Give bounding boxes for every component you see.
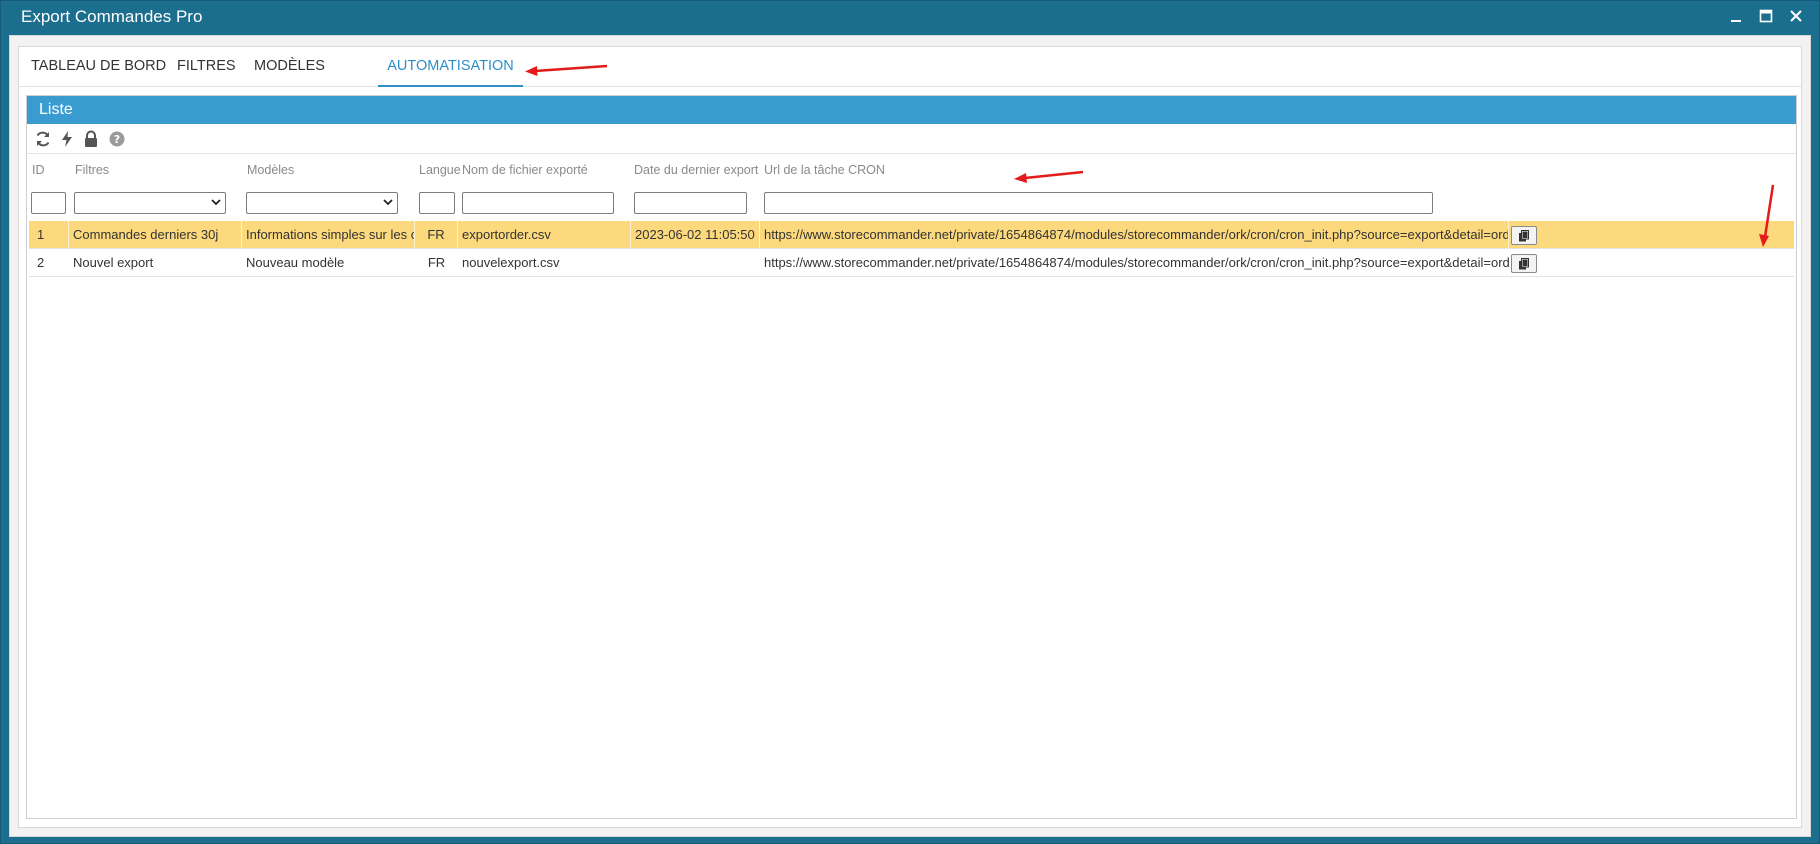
column-header-date[interactable]: Date du dernier export bbox=[634, 163, 758, 177]
window-content: TABLEAU DE BORD FILTRES MODÈLES AUTOMATI… bbox=[9, 35, 1811, 837]
cell-id: 1 bbox=[29, 221, 69, 249]
main-panel: TABLEAU DE BORD FILTRES MODÈLES AUTOMATI… bbox=[18, 46, 1802, 828]
maximize-icon bbox=[1759, 9, 1773, 23]
copy-url-button[interactable] bbox=[1511, 226, 1537, 245]
table-row[interactable]: 2 Nouvel export Nouveau modèle FR nouvel… bbox=[29, 249, 1794, 277]
tab-filtres[interactable]: FILTRES bbox=[171, 47, 242, 87]
help-button[interactable]: ? bbox=[107, 129, 127, 149]
tab-modeles[interactable]: MODÈLES bbox=[248, 47, 331, 87]
minimize-button[interactable] bbox=[1727, 7, 1745, 25]
cell-modele: Nouveau modèle bbox=[246, 255, 345, 270]
cell-fichier: exportorder.csv bbox=[458, 221, 631, 249]
chevron-down-icon bbox=[383, 199, 393, 206]
lightning-icon bbox=[62, 131, 72, 147]
filter-modeles-select[interactable] bbox=[246, 192, 398, 214]
cell-url: https://www.storecommander.net/private/1… bbox=[760, 221, 1509, 249]
column-header-id[interactable]: ID bbox=[32, 163, 45, 177]
filter-fichier-input[interactable] bbox=[462, 192, 614, 214]
filter-id-input[interactable] bbox=[31, 192, 66, 214]
app-window: Export Commandes Pro TABLEAU DE BORD FIL… bbox=[0, 0, 1820, 844]
copy-icon bbox=[1519, 229, 1529, 241]
filter-date-input[interactable] bbox=[634, 192, 747, 214]
liste-grid-panel: Liste ? ID Filtres Modèles Langue Nom de… bbox=[26, 95, 1797, 819]
chevron-down-icon bbox=[211, 199, 221, 206]
grid-toolbar: ? bbox=[27, 124, 1796, 154]
cell-modele: Informations simples sur les commandes bbox=[242, 221, 415, 249]
cell-filtre: Commandes derniers 30j bbox=[69, 221, 242, 249]
cell-id: 2 bbox=[37, 255, 45, 270]
tab-bar: TABLEAU DE BORD FILTRES MODÈLES AUTOMATI… bbox=[19, 47, 1801, 87]
lock-button[interactable] bbox=[81, 129, 101, 149]
close-icon bbox=[1790, 10, 1802, 22]
window-title: Export Commandes Pro bbox=[21, 7, 203, 26]
cell-langue: FR bbox=[415, 221, 458, 249]
title-bar: Export Commandes Pro bbox=[1, 1, 1819, 33]
copy-icon bbox=[1519, 257, 1529, 269]
run-button[interactable] bbox=[57, 129, 77, 149]
lock-icon bbox=[85, 130, 97, 147]
tab-tableau-de-bord[interactable]: TABLEAU DE BORD bbox=[25, 47, 172, 87]
liste-header: Liste bbox=[27, 96, 1796, 124]
refresh-button[interactable] bbox=[33, 129, 53, 149]
svg-text:?: ? bbox=[114, 133, 120, 146]
column-header-fichier[interactable]: Nom de fichier exporté bbox=[462, 163, 588, 177]
column-header-url-cron[interactable]: Url de la tâche CRON bbox=[764, 163, 885, 177]
column-header-modeles[interactable]: Modèles bbox=[247, 163, 294, 177]
cell-date: 2023-06-02 11:05:50 bbox=[631, 221, 760, 249]
help-icon: ? bbox=[109, 131, 125, 147]
maximize-button[interactable] bbox=[1757, 7, 1775, 25]
cell-url: https://www.storecommander.net/private/1… bbox=[764, 255, 1509, 270]
filter-url-input[interactable] bbox=[764, 192, 1433, 214]
cell-fichier: nouvelexport.csv bbox=[462, 255, 560, 270]
tab-automatisation[interactable]: AUTOMATISATION bbox=[378, 47, 523, 87]
table-row[interactable]: 1 Commandes derniers 30j Informations si… bbox=[29, 221, 1794, 249]
cell-filtre: Nouvel export bbox=[73, 255, 154, 270]
minimize-icon bbox=[1731, 20, 1741, 22]
cell-date bbox=[631, 249, 760, 277]
cell-langue: FR bbox=[427, 255, 446, 270]
filter-filtres-select[interactable] bbox=[74, 192, 226, 214]
filter-langue-input[interactable] bbox=[419, 192, 455, 214]
refresh-icon bbox=[36, 131, 50, 147]
close-button[interactable] bbox=[1787, 7, 1805, 25]
column-header-filtres[interactable]: Filtres bbox=[75, 163, 109, 177]
copy-url-button[interactable] bbox=[1511, 254, 1537, 273]
window-controls bbox=[1727, 7, 1805, 25]
column-header-langue[interactable]: Langue bbox=[419, 163, 461, 177]
